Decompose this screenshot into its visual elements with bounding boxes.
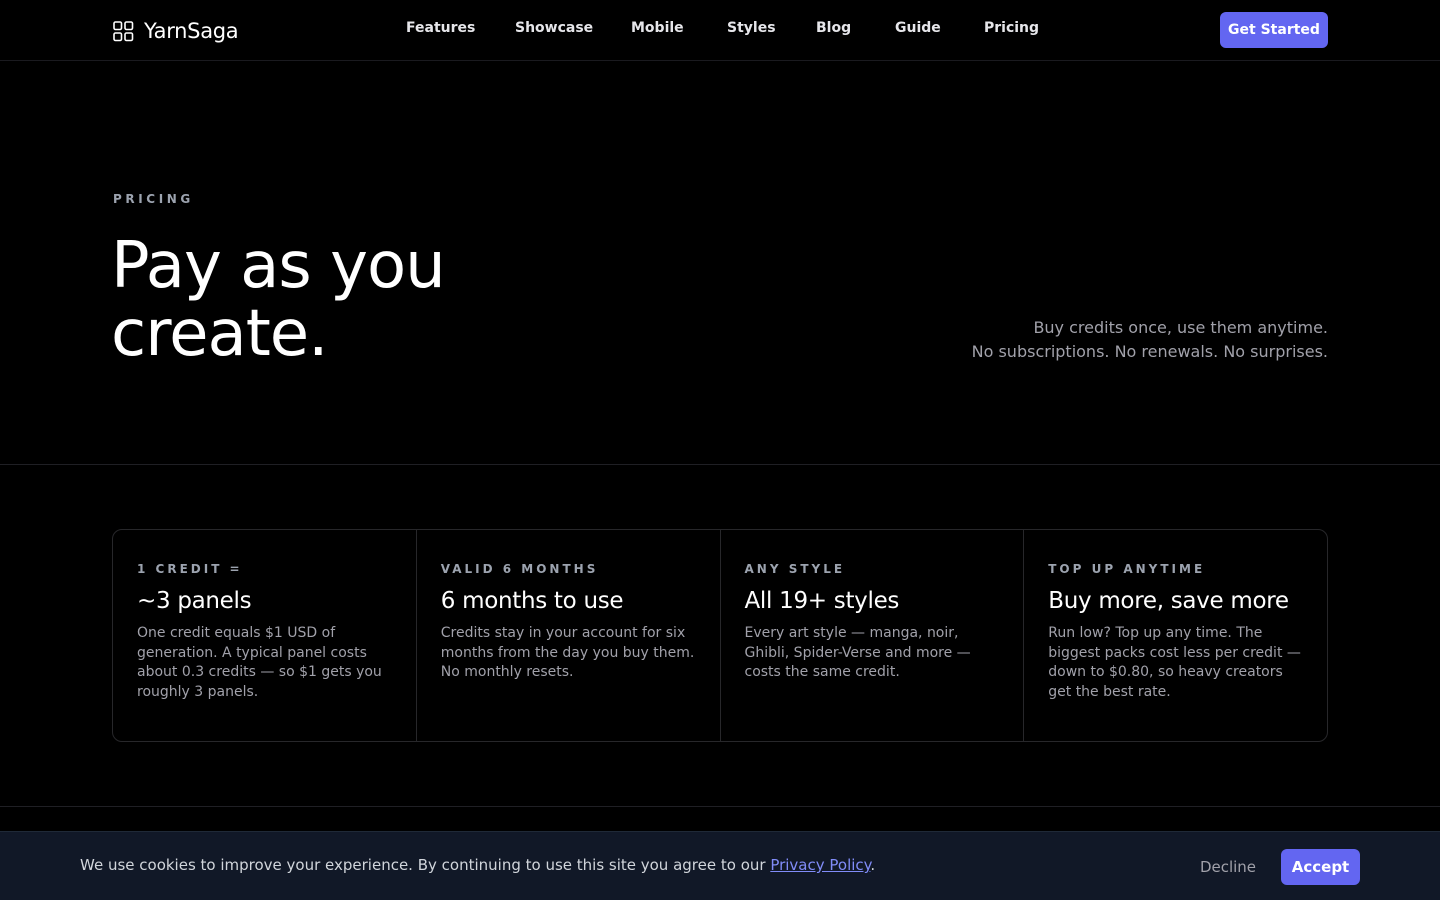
section-divider <box>0 806 1440 807</box>
feature-card-validity: VALID 6 MONTHS 6 months to use Credits s… <box>417 530 721 741</box>
nav-link-guide[interactable]: Guide <box>895 20 941 36</box>
page-title-line-2: create. <box>111 297 329 371</box>
page-title: Pay as you create. <box>111 232 631 368</box>
cookie-message: We use cookies to improve your experienc… <box>80 856 875 874</box>
page-title-line-1: Pay as you <box>111 229 446 303</box>
feature-description: Run low? Top up any time. The biggest pa… <box>1048 625 1301 700</box>
feature-label: TOP UP ANYTIME <box>1048 562 1206 576</box>
feature-description: Every art style — manga, noir, Ghibli, S… <box>744 625 971 680</box>
feature-card-credit: 1 CREDIT = ~3 panels One credit equals $… <box>113 530 417 741</box>
cookie-message-end: . <box>870 856 876 874</box>
pricing-features-grid: 1 CREDIT = ~3 panels One credit equals $… <box>112 529 1328 742</box>
hero-subtitle: Buy credits once, use them anytime. No s… <box>972 316 1328 364</box>
get-started-button[interactable]: Get Started <box>1220 12 1328 48</box>
feature-title: ~3 panels <box>137 588 252 614</box>
top-navbar: YarnSaga Features Showcase Mobile Styles… <box>0 0 1440 61</box>
feature-card-styles: ANY STYLE All 19+ styles Every art style… <box>721 530 1025 741</box>
feature-title: All 19+ styles <box>744 588 900 614</box>
feature-label: ANY STYLE <box>744 562 846 576</box>
cookie-consent-bar: We use cookies to improve your experienc… <box>0 831 1440 900</box>
brand-logo[interactable]: YarnSaga <box>113 18 239 44</box>
feature-title: 6 months to use <box>440 588 624 614</box>
nav-link-showcase[interactable]: Showcase <box>515 20 593 36</box>
decline-cookies-button[interactable]: Decline <box>1194 849 1262 885</box>
accept-cookies-button[interactable]: Accept <box>1281 849 1360 885</box>
feature-description: One credit equals $1 USD of generation. … <box>137 625 382 700</box>
feature-label: 1 CREDIT = <box>137 562 243 576</box>
nav-link-blog[interactable]: Blog <box>816 20 851 36</box>
feature-label: VALID 6 MONTHS <box>440 562 599 576</box>
hero-subtitle-line-1: Buy credits once, use them anytime. <box>1033 318 1328 337</box>
brand-name: YarnSaga <box>144 19 239 43</box>
section-eyebrow: PRICING <box>113 192 194 206</box>
nav-link-features[interactable]: Features <box>406 20 475 36</box>
feature-description: Credits stay in your account for six mon… <box>440 625 695 680</box>
feature-card-topup: TOP UP ANYTIME Buy more, save more Run l… <box>1024 530 1327 741</box>
privacy-policy-link[interactable]: Privacy Policy <box>770 856 870 874</box>
grid-logo-icon <box>113 20 134 41</box>
section-divider <box>0 464 1440 465</box>
cookie-message-text: We use cookies to improve your experienc… <box>80 856 771 874</box>
feature-title: Buy more, save more <box>1048 588 1289 614</box>
nav-link-pricing[interactable]: Pricing <box>984 20 1039 36</box>
nav-link-styles[interactable]: Styles <box>727 20 776 36</box>
hero-subtitle-line-2: No subscriptions. No renewals. No surpri… <box>971 342 1328 361</box>
nav-link-mobile[interactable]: Mobile <box>631 20 684 36</box>
